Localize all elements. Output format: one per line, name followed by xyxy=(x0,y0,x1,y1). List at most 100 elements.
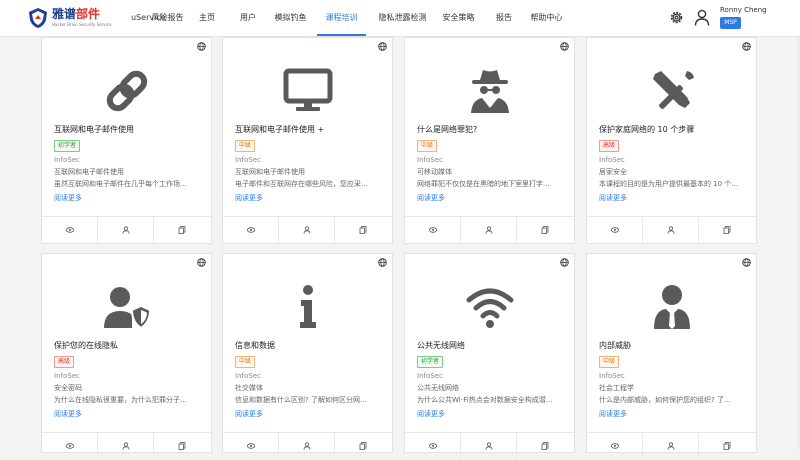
logo-subtitle: Hacker Brain Security Service xyxy=(52,22,112,27)
nav-item-privacy-leak[interactable]: 隐私泄露检测 xyxy=(377,0,428,36)
course-description: 为什么在线隐私很重要，为什么犯罪分子... xyxy=(54,396,187,404)
user-name[interactable]: Ronny Cheng xyxy=(720,6,767,14)
nav-item-risk-report[interactable]: 风险报告 xyxy=(151,0,184,36)
assign-user-button[interactable] xyxy=(279,433,335,460)
level-badge: 中级 xyxy=(235,140,256,152)
course-category: 公共无线网络 xyxy=(417,384,459,392)
wifi-icon xyxy=(466,288,514,328)
course-org: InfoSec xyxy=(235,156,261,164)
preview-button[interactable] xyxy=(587,217,643,244)
course-card[interactable]: 保护家庭网络的 10 个步骤 高级 InfoSec 居家安全 本课程的目的是为用… xyxy=(586,37,757,244)
course-title: 什么是网络罪犯? xyxy=(417,125,478,134)
nav-item-reports[interactable]: 报告 xyxy=(494,0,514,36)
user-shield-icon xyxy=(104,287,152,330)
read-more-link[interactable]: 阅读更多 xyxy=(235,193,263,203)
globe-icon[interactable] xyxy=(742,258,751,267)
monitor-icon xyxy=(283,68,333,111)
copy-button[interactable] xyxy=(154,217,210,244)
read-more-link[interactable]: 阅读更多 xyxy=(599,193,627,203)
app-logo[interactable]: 雅谱部件 Hacker Brain Security Service xyxy=(27,7,117,31)
copy-button[interactable] xyxy=(699,433,755,460)
copy-button[interactable] xyxy=(517,433,573,460)
course-category: 居家安全 xyxy=(599,168,627,176)
preview-button[interactable] xyxy=(405,433,461,460)
link-icon xyxy=(106,70,148,112)
preview-button[interactable] xyxy=(42,217,98,244)
eye-icon xyxy=(66,227,74,233)
course-card[interactable]: 内部威胁 中级 InfoSec 社会工程学 什么是内部威胁，如何保护您的组织? … xyxy=(586,253,757,460)
read-more-link[interactable]: 阅读更多 xyxy=(235,409,263,419)
globe-icon[interactable] xyxy=(197,42,206,51)
course-card[interactable]: 公共无线网络 初学者 InfoSec 公共无线网络 为什么公共Wi-Fi热点会对… xyxy=(404,253,575,460)
course-org: InfoSec xyxy=(599,156,625,164)
copy-icon xyxy=(723,226,731,234)
assign-user-button[interactable] xyxy=(461,217,517,244)
globe-icon[interactable] xyxy=(378,42,387,51)
course-category: 社交媒体 xyxy=(235,384,263,392)
copy-icon xyxy=(359,226,367,234)
assign-user-button[interactable] xyxy=(643,433,699,460)
level-badge: 初学者 xyxy=(54,140,81,152)
assign-user-button[interactable] xyxy=(98,433,154,460)
globe-icon[interactable] xyxy=(378,258,387,267)
nav-item-help-center[interactable]: 帮助中心 xyxy=(530,0,563,36)
copy-button[interactable] xyxy=(517,217,573,244)
course-card[interactable]: 什么是网络罪犯? 中级 InfoSec 可移动媒体 网络罪犯不仅仅是在黑暗的地下… xyxy=(404,37,575,244)
read-more-link[interactable]: 阅读更多 xyxy=(417,193,445,203)
user-outline-icon xyxy=(303,226,311,234)
assign-user-button[interactable] xyxy=(643,217,699,244)
course-card[interactable]: 保护您的在线隐私 高级 InfoSec 安全密码 为什么在线隐私很重要，为什么犯… xyxy=(41,253,212,460)
course-category: 可移动媒体 xyxy=(417,168,452,176)
level-badge: 初学者 xyxy=(417,356,444,368)
preview-button[interactable] xyxy=(405,217,461,244)
read-more-link[interactable]: 阅读更多 xyxy=(54,409,82,419)
globe-icon[interactable] xyxy=(742,42,751,51)
copy-icon xyxy=(541,226,549,234)
nav-item-phishing-sim[interactable]: 模拟钓鱼 xyxy=(274,0,307,36)
preview-button[interactable] xyxy=(587,433,643,460)
copy-button[interactable] xyxy=(335,433,391,460)
course-card[interactable]: 信息和数据 中级 InfoSec 社交媒体 信息和数据有什么区别? 了解如何区分… xyxy=(222,253,393,460)
nav-item-training[interactable]: 课程培训 xyxy=(317,0,366,36)
eye-icon xyxy=(611,227,619,233)
course-card[interactable]: 互联网和电子邮件使用 + 中级 InfoSec 互联网和电子邮件使用 电子邮件和… xyxy=(222,37,393,244)
card-footer xyxy=(587,432,756,460)
nav-item-security-policy[interactable]: 安全策略 xyxy=(442,0,475,36)
course-org: InfoSec xyxy=(417,156,443,164)
copy-icon xyxy=(178,226,186,234)
preview-button[interactable] xyxy=(42,433,98,460)
nav-item-home[interactable]: 主页 xyxy=(197,0,217,36)
course-category: 互联网和电子邮件使用 xyxy=(235,168,305,176)
preview-button[interactable] xyxy=(223,217,279,244)
copy-button[interactable] xyxy=(154,433,210,460)
user-outline-icon xyxy=(485,226,493,234)
course-description: 虽然互联网和电子邮件在几乎每个工作场... xyxy=(54,180,187,188)
course-title: 内部威胁 xyxy=(599,341,631,350)
nav-item-users[interactable]: 用户 xyxy=(238,0,258,36)
top-navigation-bar: 雅谱部件 Hacker Brain Security Service uServ… xyxy=(0,0,800,37)
course-card[interactable]: 互联网和电子邮件使用 初学者 InfoSec 互联网和电子邮件使用 虽然互联网和… xyxy=(41,37,212,244)
copy-button[interactable] xyxy=(335,217,391,244)
globe-icon[interactable] xyxy=(197,258,206,267)
preview-button[interactable] xyxy=(223,433,279,460)
level-badge: 高级 xyxy=(54,356,75,368)
globe-icon[interactable] xyxy=(560,42,569,51)
tools-icon xyxy=(653,71,694,109)
course-title: 保护您的在线隐私 xyxy=(54,341,118,350)
copy-button[interactable] xyxy=(699,217,755,244)
course-title: 互联网和电子邮件使用 + xyxy=(235,125,325,134)
course-title: 公共无线网络 xyxy=(417,341,465,350)
eye-icon xyxy=(247,227,255,233)
assign-user-button[interactable] xyxy=(98,217,154,244)
read-more-link[interactable]: 阅读更多 xyxy=(54,193,82,203)
read-more-link[interactable]: 阅读更多 xyxy=(417,409,445,419)
read-more-link[interactable]: 阅读更多 xyxy=(599,409,627,419)
globe-icon[interactable] xyxy=(560,258,569,267)
user-icon[interactable] xyxy=(694,9,710,26)
assign-user-button[interactable] xyxy=(279,217,335,244)
gear-icon[interactable] xyxy=(669,10,684,25)
course-description: 信息和数据有什么区别? 了解如何区分网... xyxy=(235,396,367,404)
course-org: InfoSec xyxy=(235,372,261,380)
assign-user-button[interactable] xyxy=(461,433,517,460)
course-org: InfoSec xyxy=(54,156,80,164)
